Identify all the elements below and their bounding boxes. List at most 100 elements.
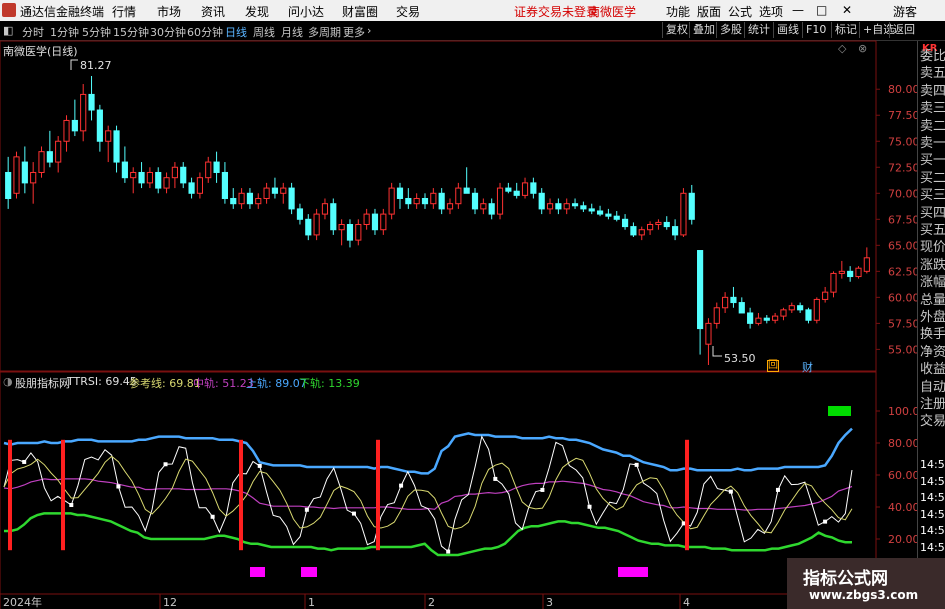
price-tick-label: 77.50	[888, 109, 917, 122]
indicator-toggle-icon[interactable]: ◑	[3, 375, 13, 388]
magenta-signal-block	[250, 567, 265, 577]
candle-body	[588, 208, 595, 212]
quote-field-14[interactable]: 总量	[920, 289, 945, 308]
candle-body	[630, 226, 637, 236]
date-label: 12	[163, 596, 177, 609]
ttrsi-marker	[163, 462, 168, 467]
ref-label: 参考线: 69.81	[129, 377, 201, 390]
date-label: 2	[428, 596, 435, 609]
ttrsi-marker	[304, 507, 309, 512]
candle-body	[255, 197, 262, 205]
candle-body	[621, 218, 629, 228]
quote-field-10[interactable]: 买五	[920, 219, 945, 238]
indicator-tick-label: 40.00	[888, 501, 917, 514]
watermark-title: 指标公式网	[803, 569, 888, 589]
quote-field-0[interactable]: 委比	[920, 45, 945, 64]
candle-body	[446, 203, 454, 210]
candle-body	[747, 312, 754, 324]
candle-body	[663, 221, 670, 228]
ttrsi-marker	[540, 487, 545, 492]
trade-time-0: 14:55	[920, 458, 945, 471]
event-marker-cai[interactable]: 财	[802, 359, 813, 375]
candle-body	[113, 130, 120, 163]
candle-body	[738, 302, 745, 314]
quote-field-18[interactable]: 收益	[920, 358, 945, 377]
kline-chart[interactable]: 80.00 77.50 75.00 72.50 70.00 67.50 65.00 62.50…	[0, 0, 917, 609]
candle-body	[205, 161, 212, 179]
mid-band-line	[3, 478, 853, 511]
ttrsi-marker	[775, 487, 780, 492]
candle-body	[797, 305, 804, 311]
indicator-tick-label: 80.00	[888, 437, 917, 450]
ttrsi-label: TTRSI: 69.45	[67, 375, 137, 388]
trade-time-3: 14:56	[920, 507, 945, 521]
lower-label: 下轨: 13.39	[299, 377, 360, 390]
quote-field-11[interactable]: 现价	[920, 236, 945, 255]
chart-title: 南微医学(日线)	[3, 45, 78, 58]
quote-field-8[interactable]: 买三	[920, 184, 945, 203]
price-tick-label: 80.00	[888, 83, 917, 96]
candle-body	[571, 203, 579, 207]
candle-body	[822, 291, 829, 300]
ttrsi-line	[3, 435, 853, 553]
candle-body	[546, 203, 554, 210]
candle-body	[263, 187, 270, 199]
signal-bar	[8, 439, 12, 551]
candle-body	[772, 315, 779, 321]
candle-body	[405, 197, 412, 205]
candle-body	[722, 296, 729, 309]
ttrsi-marker	[257, 463, 262, 468]
quote-field-6[interactable]: 买一	[920, 149, 945, 168]
candle-body	[830, 272, 837, 293]
candle-body	[805, 309, 812, 321]
low-pointer	[712, 346, 722, 357]
candle-body	[105, 130, 112, 142]
event-marker-hui[interactable]: 回	[767, 360, 779, 372]
quote-field-16[interactable]: 换手	[920, 323, 945, 342]
quote-field-13[interactable]: 涨幅	[920, 271, 945, 290]
price-tick-label: 75.00	[888, 135, 917, 148]
candle-body	[46, 151, 53, 163]
candle-body	[313, 213, 320, 236]
trade-time-1: 14:55	[920, 474, 945, 488]
candle-body	[513, 190, 520, 196]
high-pointer	[70, 59, 78, 70]
quote-field-7[interactable]: 买二	[920, 167, 945, 186]
lower-band-line	[4, 512, 852, 557]
quote-field-9[interactable]: 买四	[920, 202, 945, 221]
candle-body	[146, 171, 153, 184]
candle-body	[613, 215, 620, 220]
candle-body	[171, 166, 178, 179]
ttrsi-marker	[69, 503, 74, 508]
candle-body	[396, 187, 404, 199]
candle-body	[330, 203, 337, 231]
candle-body	[305, 218, 312, 236]
candle-body	[355, 224, 362, 241]
quote-field-5[interactable]: 卖一	[920, 132, 945, 151]
chart-close-icon[interactable]: ⊗	[858, 42, 867, 55]
candle-body	[180, 166, 187, 184]
candle-body	[363, 213, 370, 226]
candle-body	[188, 182, 195, 194]
quote-field-17[interactable]: 净资	[920, 341, 945, 360]
quote-field-15[interactable]: 外盘	[920, 306, 945, 325]
candle-body	[246, 192, 254, 205]
indicator-tick-label: 100.0	[888, 405, 917, 418]
quote-field-1[interactable]: 卖五	[920, 62, 945, 81]
candle-body	[580, 205, 587, 210]
candle-body	[713, 307, 720, 324]
quote-field-12[interactable]: 涨跌	[920, 254, 945, 273]
high-label: 81.27	[80, 59, 112, 72]
candle-body	[230, 197, 237, 205]
quote-field-3[interactable]: 卖三	[920, 97, 945, 116]
candle-body	[421, 197, 429, 205]
chart-scroll-up-icon[interactable]: ◇	[838, 42, 846, 55]
ref-line	[3, 455, 853, 534]
candle-body	[338, 224, 345, 231]
quote-field-2[interactable]: 卖四	[920, 80, 945, 99]
candle-body	[5, 171, 12, 199]
quote-field-4[interactable]: 卖二	[920, 115, 945, 134]
candle-body	[855, 267, 862, 278]
trade-time-5: 14:56	[920, 540, 945, 554]
date-label: 4	[683, 596, 690, 609]
